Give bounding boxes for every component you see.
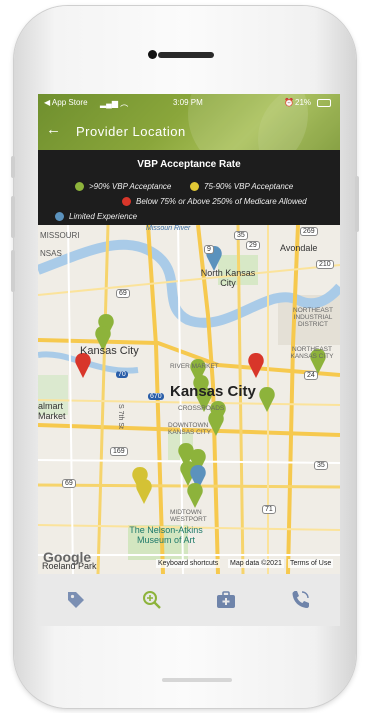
map-marker-red[interactable] (248, 353, 264, 378)
route-shield-35: 35 (234, 231, 248, 240)
route-shield-70: 70 (116, 371, 128, 378)
map-label-kansas-city-ks: Kansas City (80, 345, 139, 357)
map-label-north-kansas-city: North Kansas City (200, 268, 256, 288)
legend-dot-blue (55, 212, 64, 221)
legend-panel: VBP Acceptance Rate >90% VBP Acceptance … (38, 150, 340, 225)
map-label-missouri-river: Missouri River (146, 225, 191, 232)
volume-down-button (11, 250, 15, 292)
map-label-walmart: almart Market (38, 401, 66, 421)
power-button (355, 176, 359, 232)
map-label-nsas: NSAS (40, 249, 62, 258)
route-shield-29: 29 (246, 241, 260, 250)
keyboard-shortcuts-link[interactable]: Keyboard shortcuts (156, 559, 221, 568)
map-label-kansas-city: Kansas City (170, 383, 256, 400)
google-logo: Google (43, 549, 92, 565)
medical-bag-icon[interactable] (214, 588, 238, 612)
map-data-attribution: Map data ©2021 (228, 559, 284, 568)
route-shield-9: 9 (204, 245, 214, 254)
route-shield-269: 269 (300, 227, 318, 236)
alarm-icon: ⏰ (284, 98, 294, 107)
tag-icon[interactable] (64, 588, 88, 612)
map-label-missouri: MISSOURI (40, 231, 80, 240)
provider-map[interactable]: MISSOURI NSAS Missouri River Avondale No… (38, 225, 340, 574)
map-label-nelson-atkins: The Nelson-Atkins Museum of Art (129, 525, 203, 545)
home-indicator (162, 678, 232, 682)
map-marker-green[interactable] (187, 483, 203, 508)
route-shield-24: 24 (304, 371, 318, 380)
app-screen: ◀ App Store ▂▄▆ ︵ 3:09 PM ⏰ 21% ← Provid… (38, 94, 340, 626)
legend-label: Below 75% or Above 250% of Medicare Allo… (136, 197, 307, 206)
map-label-northeast-district: NORTHEAST INDUSTRIAL DISTRICT (293, 307, 333, 328)
map-label-midtown: MIDTOWN WESTPORT (170, 509, 207, 523)
terms-of-use-link[interactable]: Terms of Use (288, 559, 334, 568)
map-label-crossroads: CROSSROADS (178, 405, 225, 412)
signal-icon: ▂▄▆ ︵ (100, 99, 129, 108)
volume-up-button (11, 196, 15, 238)
legend-dot-green (75, 182, 84, 191)
route-shield-69-south: 69 (62, 479, 76, 488)
route-shield-210: 210 (316, 260, 334, 269)
route-shield-69: 69 (116, 289, 130, 298)
map-label-river-market: RIVER MARKET (170, 363, 219, 370)
map-label-7th-st: S 7th St (116, 404, 124, 429)
page-title: Provider Location (76, 124, 186, 139)
legend-label: 75-90% VBP Acceptance (204, 182, 294, 191)
bottom-navigation (38, 574, 340, 626)
front-camera (148, 50, 157, 59)
earpiece-speaker (158, 52, 214, 58)
status-time: 3:09 PM (173, 98, 203, 107)
route-shield-169: 169 (110, 447, 128, 456)
mute-switch (11, 156, 15, 178)
app-header: ◀ App Store ▂▄▆ ︵ 3:09 PM ⏰ 21% ← Provid… (38, 94, 340, 150)
route-shield-35-east: 35 (314, 461, 328, 470)
map-label-avondale: Avondale (280, 243, 318, 253)
map-marker-yellow[interactable] (136, 479, 152, 504)
status-battery: 21% (295, 98, 312, 107)
phone-icon[interactable] (288, 588, 312, 612)
map-marker-green[interactable] (259, 387, 275, 412)
status-carrier[interactable]: ◀ App Store (44, 98, 88, 107)
zoom-in-icon[interactable] (140, 588, 164, 612)
back-arrow-icon[interactable]: ← (46, 122, 61, 137)
legend-label: >90% VBP Acceptance (89, 182, 172, 191)
route-shield-71: 71 (262, 505, 276, 514)
battery-icon (317, 99, 331, 107)
map-label-downtown: DOWNTOWN KANSAS CITY (168, 422, 211, 436)
legend-title: VBP Acceptance Rate (137, 159, 241, 170)
map-label-northeast-kc: NORTHEAST KANSAS CITY (290, 346, 334, 360)
legend-label: Limited Experience (69, 212, 138, 221)
legend-dot-yellow (190, 182, 199, 191)
route-shield-670: 670 (148, 393, 164, 400)
legend-dot-red (122, 197, 131, 206)
